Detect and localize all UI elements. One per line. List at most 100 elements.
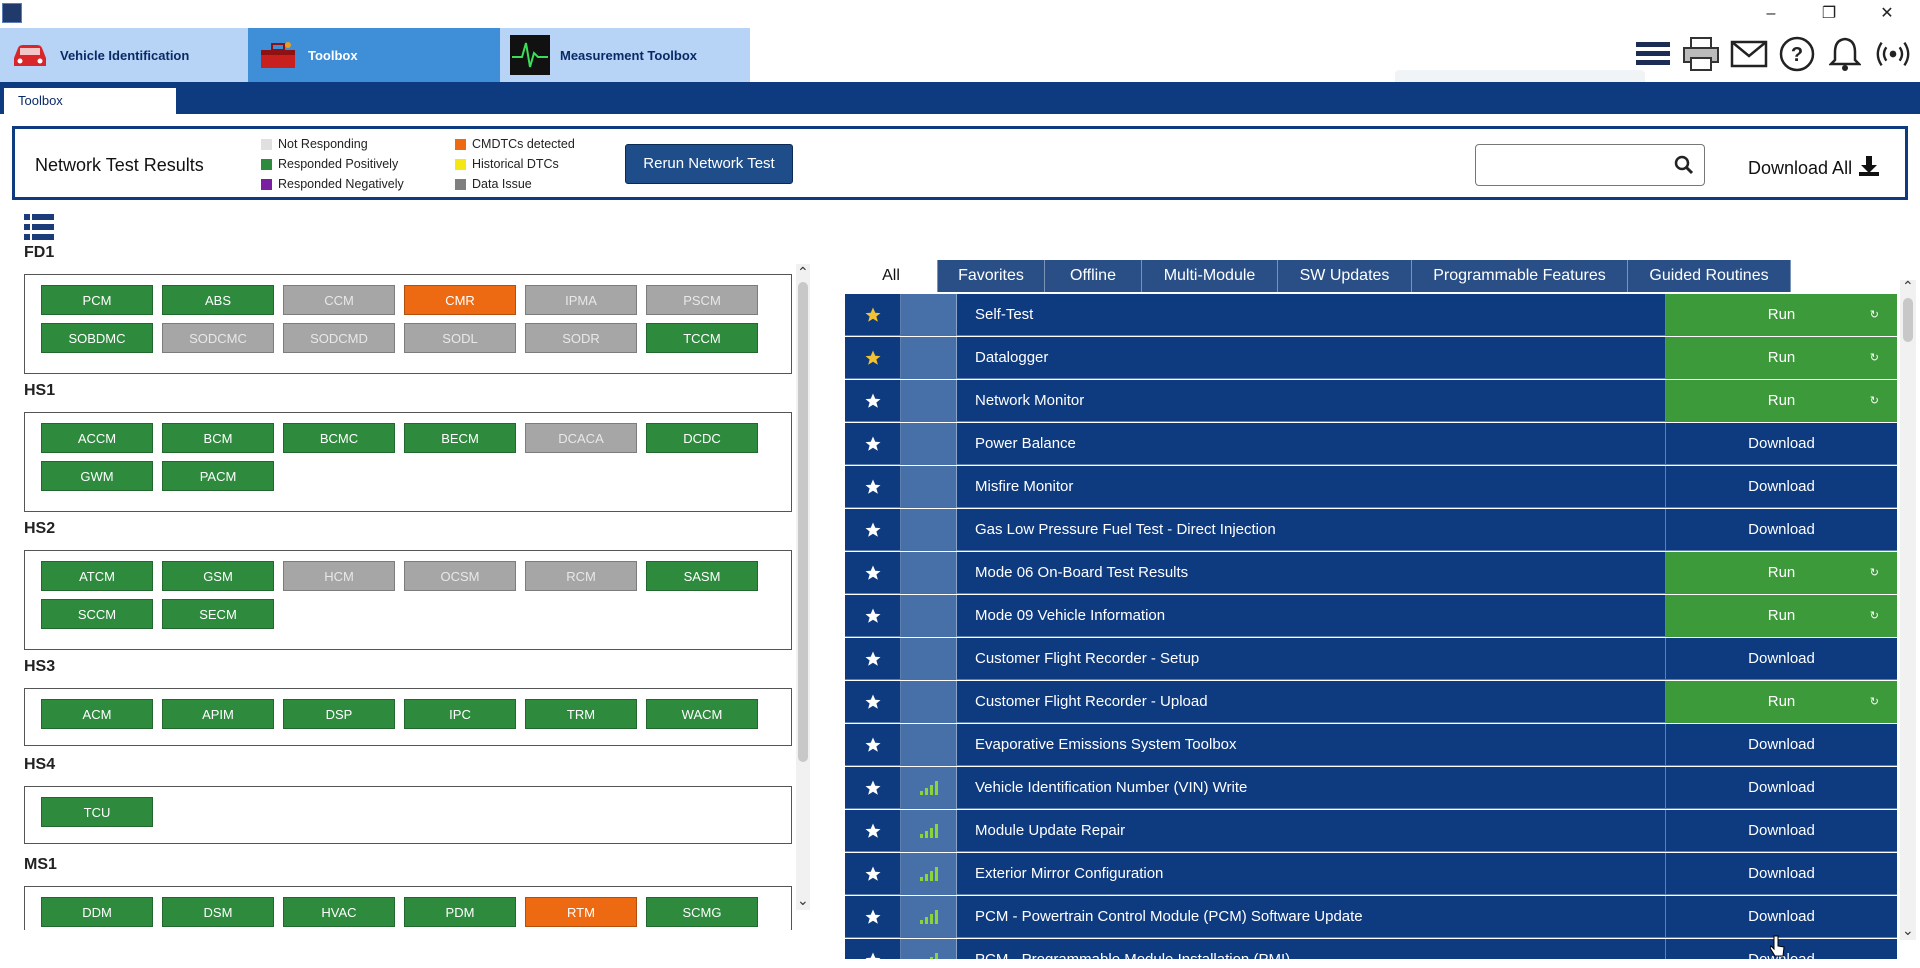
toolbox-item-name[interactable]: Evaporative Emissions System Toolbox xyxy=(975,724,1237,766)
module-button-rtm[interactable]: RTM xyxy=(525,897,637,927)
filter-tab-all[interactable]: All xyxy=(845,260,938,292)
module-button-rcm[interactable]: RCM xyxy=(525,561,637,591)
module-button-tcu[interactable]: TCU xyxy=(41,797,153,827)
favorite-star-icon[interactable] xyxy=(845,337,901,379)
favorite-star-icon[interactable] xyxy=(845,466,901,508)
module-button-hcm[interactable]: HCM xyxy=(283,561,395,591)
printer-icon[interactable] xyxy=(1682,34,1720,74)
filter-tab-guided-routines[interactable]: Guided Routines xyxy=(1628,260,1791,292)
toolbox-item-name[interactable]: Gas Low Pressure Fuel Test - Direct Inje… xyxy=(975,509,1276,551)
module-button-ipc[interactable]: IPC xyxy=(404,699,516,729)
download-all-button[interactable]: Download All xyxy=(1748,155,1880,182)
module-button-atcm[interactable]: ATCM xyxy=(41,561,153,591)
toolbox-item-name[interactable]: Mode 06 On-Board Test Results xyxy=(975,552,1188,594)
download-button[interactable]: Download xyxy=(1665,810,1897,852)
toolbox-item-name[interactable]: Module Update Repair xyxy=(975,810,1125,852)
module-button-pdm[interactable]: PDM xyxy=(404,897,516,927)
list-view-icon[interactable] xyxy=(24,214,54,240)
filter-tab-sw-updates[interactable]: SW Updates xyxy=(1278,260,1412,292)
module-button-pacm[interactable]: PACM xyxy=(162,461,274,491)
favorite-star-icon[interactable] xyxy=(845,423,901,465)
module-button-becm[interactable]: BECM xyxy=(404,423,516,453)
toolbox-item-name[interactable]: Customer Flight Recorder - Setup xyxy=(975,638,1199,680)
help-icon[interactable]: ? xyxy=(1778,34,1816,74)
toolbox-item-name[interactable]: Self-Test xyxy=(975,294,1033,336)
favorite-star-icon[interactable] xyxy=(845,509,901,551)
filter-tab-favorites[interactable]: Favorites xyxy=(938,260,1045,292)
scroll-up-arrow-icon[interactable]: ⌃ xyxy=(1902,278,1914,295)
favorite-star-icon[interactable] xyxy=(845,294,901,336)
module-button-abs[interactable]: ABS xyxy=(162,285,274,315)
scroll-down-arrow-icon[interactable]: ⌄ xyxy=(797,892,809,909)
favorite-star-icon[interactable] xyxy=(845,896,901,938)
favorite-star-icon[interactable] xyxy=(845,595,901,637)
module-button-apim[interactable]: APIM xyxy=(162,699,274,729)
toolbox-item-name[interactable]: Customer Flight Recorder - Upload xyxy=(975,681,1208,723)
download-button[interactable]: Download xyxy=(1665,423,1897,465)
toolbox-item-name[interactable]: Vehicle Identification Number (VIN) Writ… xyxy=(975,767,1247,809)
favorite-star-icon[interactable] xyxy=(845,552,901,594)
bell-icon[interactable] xyxy=(1826,34,1864,74)
favorite-star-icon[interactable] xyxy=(845,638,901,680)
filter-tab-programmable-features[interactable]: Programmable Features xyxy=(1412,260,1628,292)
module-button-sodcmc[interactable]: SODCMC xyxy=(162,323,274,353)
module-button-sasm[interactable]: SASM xyxy=(646,561,758,591)
right-scrollbar-thumb[interactable] xyxy=(1903,298,1913,342)
module-button-gwm[interactable]: GWM xyxy=(41,461,153,491)
scroll-up-arrow-icon[interactable]: ⌃ xyxy=(797,264,809,281)
search-input[interactable] xyxy=(1484,151,1664,179)
close-window-button[interactable]: ✕ xyxy=(1864,2,1910,26)
download-button[interactable]: Download xyxy=(1665,896,1897,938)
module-button-bcm[interactable]: BCM xyxy=(162,423,274,453)
module-button-ocsm[interactable]: OCSM xyxy=(404,561,516,591)
module-button-pcm[interactable]: PCM xyxy=(41,285,153,315)
module-button-dcdc[interactable]: DCDC xyxy=(646,423,758,453)
menu-icon[interactable] xyxy=(1634,34,1672,74)
module-button-ipma[interactable]: IPMA xyxy=(525,285,637,315)
module-button-dsp[interactable]: DSP xyxy=(283,699,395,729)
toolbox-item-name[interactable]: Mode 09 Vehicle Information xyxy=(975,595,1165,637)
favorite-star-icon[interactable] xyxy=(845,380,901,422)
module-button-trm[interactable]: TRM xyxy=(525,699,637,729)
favorite-star-icon[interactable] xyxy=(845,939,901,959)
module-button-sodcmd[interactable]: SODCMD xyxy=(283,323,395,353)
subtab-toolbox[interactable]: Toolbox xyxy=(4,88,176,114)
right-scrollbar[interactable] xyxy=(1900,280,1916,940)
download-button[interactable]: Download xyxy=(1665,509,1897,551)
module-button-accm[interactable]: ACCM xyxy=(41,423,153,453)
favorite-star-icon[interactable] xyxy=(845,767,901,809)
run-button[interactable]: Run ↻ xyxy=(1665,681,1897,723)
run-button[interactable]: Run ↻ xyxy=(1665,294,1897,336)
download-button[interactable]: Download xyxy=(1665,767,1897,809)
restore-button[interactable]: ❐ xyxy=(1806,2,1852,26)
run-button[interactable]: Run ↻ xyxy=(1665,552,1897,594)
module-button-sodl[interactable]: SODL xyxy=(404,323,516,353)
module-button-hvac[interactable]: HVAC xyxy=(283,897,395,927)
minimize-button[interactable]: – xyxy=(1748,2,1794,26)
filter-tab-multi-module[interactable]: Multi-Module xyxy=(1142,260,1278,292)
download-button[interactable]: Download xyxy=(1665,638,1897,680)
search-icon[interactable] xyxy=(1674,155,1694,180)
run-button[interactable]: Run ↻ xyxy=(1665,337,1897,379)
module-button-bcmc[interactable]: BCMC xyxy=(283,423,395,453)
favorite-star-icon[interactable] xyxy=(845,853,901,895)
tab-measurement-toolbox[interactable]: Measurement Toolbox xyxy=(500,28,750,82)
module-button-scmg[interactable]: SCMG xyxy=(646,897,758,927)
run-button[interactable]: Run ↻ xyxy=(1665,595,1897,637)
module-button-acm[interactable]: ACM xyxy=(41,699,153,729)
module-button-tccm[interactable]: TCCM xyxy=(646,323,758,353)
module-button-pscm[interactable]: PSCM xyxy=(646,285,758,315)
module-button-sobdmc[interactable]: SOBDMC xyxy=(41,323,153,353)
module-button-gsm[interactable]: GSM xyxy=(162,561,274,591)
toolbox-item-name[interactable]: Network Monitor xyxy=(975,380,1084,422)
module-button-dsm[interactable]: DSM xyxy=(162,897,274,927)
toolbox-item-name[interactable]: PCM - Programmable Module Installation (… xyxy=(975,939,1290,959)
toolbox-item-name[interactable]: Exterior Mirror Configuration xyxy=(975,853,1163,895)
toolbox-item-name[interactable]: Misfire Monitor xyxy=(975,466,1073,508)
favorite-star-icon[interactable] xyxy=(845,681,901,723)
module-button-cmr[interactable]: CMR xyxy=(404,285,516,315)
module-button-ddm[interactable]: DDM xyxy=(41,897,153,927)
rerun-network-test-button[interactable]: Rerun Network Test xyxy=(625,144,793,184)
download-button[interactable]: Download xyxy=(1665,853,1897,895)
mail-icon[interactable] xyxy=(1730,34,1768,74)
